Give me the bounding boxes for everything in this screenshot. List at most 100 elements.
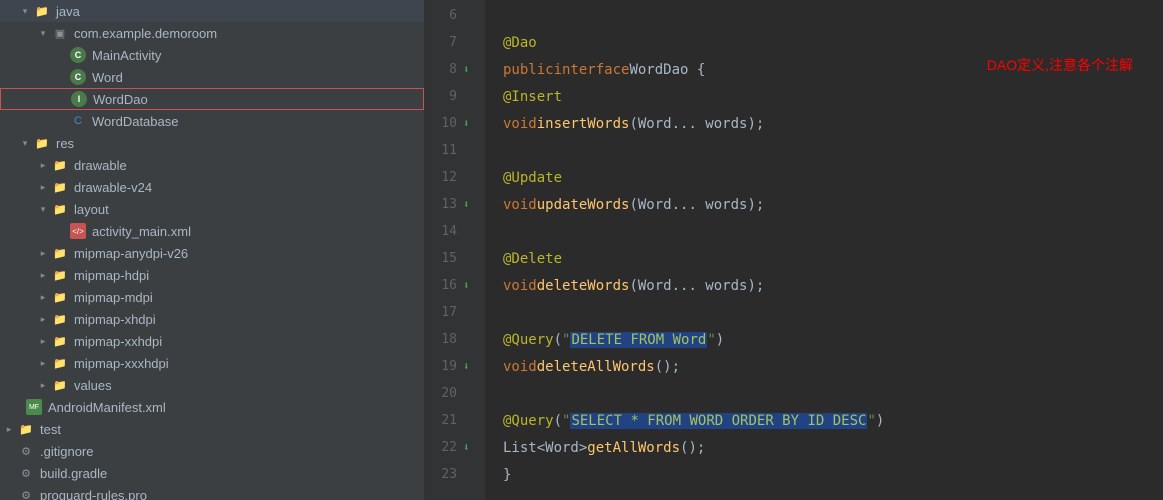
tree-item-test[interactable]: ▸📁test <box>0 418 424 440</box>
expand-arrow-icon <box>4 446 14 456</box>
expand-arrow-icon[interactable]: ▸ <box>38 248 48 258</box>
tree-item-mipmap-xxxhdpi[interactable]: ▸📁mipmap-xxxhdpi <box>0 352 424 374</box>
line-number: 9 <box>449 89 457 104</box>
implement-icon[interactable]: ⬇ <box>463 441 477 454</box>
expand-arrow-icon[interactable]: ▸ <box>38 292 48 302</box>
tree-item-mipmap-anydpi-v26[interactable]: ▸📁mipmap-anydpi-v26 <box>0 242 424 264</box>
tree-item-Word[interactable]: CWord <box>0 66 424 88</box>
code-line: @Query("SELECT * FROM WORD ORDER BY ID D… <box>503 407 1163 434</box>
tree-item-com-example-demoroom[interactable]: ▾▣com.example.demoroom <box>0 22 424 44</box>
tree-item-label: activity_main.xml <box>92 224 191 239</box>
tree-item-proguard-rules-pro[interactable]: ⚙proguard-rules.pro <box>0 484 424 500</box>
line-number: 18 <box>441 332 457 347</box>
expand-arrow-icon[interactable]: ▾ <box>38 28 48 38</box>
tree-item-mipmap-hdpi[interactable]: ▸📁mipmap-hdpi <box>0 264 424 286</box>
gutter-line[interactable]: 12 <box>425 164 485 191</box>
tree-item-label: res <box>56 136 74 151</box>
expand-arrow-icon[interactable]: ▸ <box>38 314 48 324</box>
code-line: @Query("DELETE FROM Word") <box>503 326 1163 353</box>
gutter-line[interactable]: 14 <box>425 218 485 245</box>
line-number: 6 <box>449 8 457 23</box>
line-number: 21 <box>441 413 457 428</box>
gutter-line[interactable]: 13⬇ <box>425 191 485 218</box>
implement-icon[interactable]: ⬇ <box>463 198 477 211</box>
line-number: 20 <box>441 386 457 401</box>
folder-icon: 📁 <box>52 201 68 217</box>
tree-item-mipmap-xxhdpi[interactable]: ▸📁mipmap-xxhdpi <box>0 330 424 352</box>
expand-arrow-icon[interactable]: ▸ <box>38 182 48 192</box>
gutter-line[interactable]: 9 <box>425 83 485 110</box>
expand-arrow-icon <box>56 116 66 126</box>
expand-arrow-icon[interactable]: ▾ <box>20 6 30 16</box>
tree-item-label: mipmap-mdpi <box>74 290 153 305</box>
tree-item-label: mipmap-xhdpi <box>74 312 156 327</box>
code-line: } <box>503 461 1163 488</box>
gutter-line[interactable]: 15 <box>425 245 485 272</box>
line-number: 22 <box>441 440 457 455</box>
tree-item-layout[interactable]: ▾📁layout <box>0 198 424 220</box>
expand-arrow-icon[interactable]: ▸ <box>38 380 48 390</box>
i-icon: I <box>71 91 87 107</box>
expand-arrow-icon[interactable]: ▾ <box>20 138 30 148</box>
gutter-line[interactable]: 17 <box>425 299 485 326</box>
gutter-line[interactable]: 8⬇ <box>425 56 485 83</box>
code-line <box>503 299 1163 326</box>
folder-icon: 📁 <box>52 157 68 173</box>
c-icon: C <box>70 69 86 85</box>
tree-item-mipmap-xhdpi[interactable]: ▸📁mipmap-xhdpi <box>0 308 424 330</box>
expand-arrow-icon[interactable]: ▸ <box>38 336 48 346</box>
gutter-line[interactable]: 18 <box>425 326 485 353</box>
tree-item-drawable-v24[interactable]: ▸📁drawable-v24 <box>0 176 424 198</box>
project-tree[interactable]: ▾📁java▾▣com.example.demoroomCMainActivit… <box>0 0 425 500</box>
folder-icon: 📁 <box>52 355 68 371</box>
tree-item-res[interactable]: ▾ 📁 res <box>0 132 424 154</box>
code-area[interactable]: @Dao public interface WordDao { @Insert … <box>485 0 1163 500</box>
expand-arrow-icon[interactable]: ▸ <box>38 270 48 280</box>
gutter-line[interactable]: 11 <box>425 137 485 164</box>
tree-item-MainActivity[interactable]: CMainActivity <box>0 44 424 66</box>
expand-arrow-icon <box>56 72 66 82</box>
tree-item-WordDatabase[interactable]: CWordDatabase <box>0 110 424 132</box>
tree-item-mipmap-mdpi[interactable]: ▸ 📁 mipmap-mdpi <box>0 286 424 308</box>
code-line: void deleteWords(Word... words); <box>503 272 1163 299</box>
code-editor[interactable]: 6 7 8⬇ 9 10⬇111213⬇141516⬇17 18 19 ⬇ 20 21 22 ⬇ 23 @… <box>425 0 1163 500</box>
tree-item-values[interactable]: ▸📁values <box>0 374 424 396</box>
implement-icon[interactable]: ⬇ <box>463 117 477 130</box>
expand-arrow-icon <box>4 490 14 500</box>
tree-item-label: test <box>40 422 61 437</box>
mf-icon: MF <box>26 399 42 415</box>
folder-icon: 📁 <box>34 135 50 151</box>
implement-icon[interactable]: ⬇ <box>463 63 477 76</box>
folder-icon: 📁 <box>52 289 68 305</box>
implement-icon[interactable]: ⬇ <box>463 360 477 373</box>
annotation-note: DAO定义,注意各个注解 <box>987 55 1133 75</box>
tree-item-label: mipmap-hdpi <box>74 268 149 283</box>
expand-arrow-icon[interactable]: ▸ <box>38 160 48 170</box>
implement-icon[interactable]: ⬇ <box>463 279 477 292</box>
line-number: 19 <box>441 359 457 374</box>
gutter-line[interactable]: 10⬇ <box>425 110 485 137</box>
gutter-line[interactable]: 23 <box>425 461 485 488</box>
expand-arrow-icon[interactable]: ▸ <box>4 424 14 434</box>
gutter-line[interactable]: 6 <box>425 2 485 29</box>
tree-item-label: mipmap-xxhdpi <box>74 334 162 349</box>
gutter-line[interactable]: 16⬇ <box>425 272 485 299</box>
gutter-line[interactable]: 22 ⬇ <box>425 434 485 461</box>
line-number: 7 <box>449 35 457 50</box>
gutter-line[interactable]: 19 ⬇ <box>425 353 485 380</box>
tree-item-label: WordDao <box>93 92 148 107</box>
tree-item--gitignore[interactable]: ⚙.gitignore <box>0 440 424 462</box>
expand-arrow-icon[interactable]: ▸ <box>38 358 48 368</box>
gutter-line[interactable]: 7 <box>425 29 485 56</box>
gutter-line[interactable]: 20 <box>425 380 485 407</box>
expand-arrow-icon[interactable]: ▾ <box>38 204 48 214</box>
tree-item-WordDao[interactable]: I WordDao <box>0 88 424 110</box>
tree-item-AndroidManifest-xml[interactable]: MFAndroidManifest.xml <box>0 396 424 418</box>
tree-item-drawable[interactable]: ▸📁drawable <box>0 154 424 176</box>
tree-item-label: build.gradle <box>40 466 107 481</box>
code-line: void deleteAllWords(); <box>503 353 1163 380</box>
tree-item-build-gradle[interactable]: ⚙build.gradle <box>0 462 424 484</box>
tree-item-java[interactable]: ▾📁java <box>0 0 424 22</box>
tree-item-activity-main-xml[interactable]: </>activity_main.xml <box>0 220 424 242</box>
gutter-line[interactable]: 21 <box>425 407 485 434</box>
